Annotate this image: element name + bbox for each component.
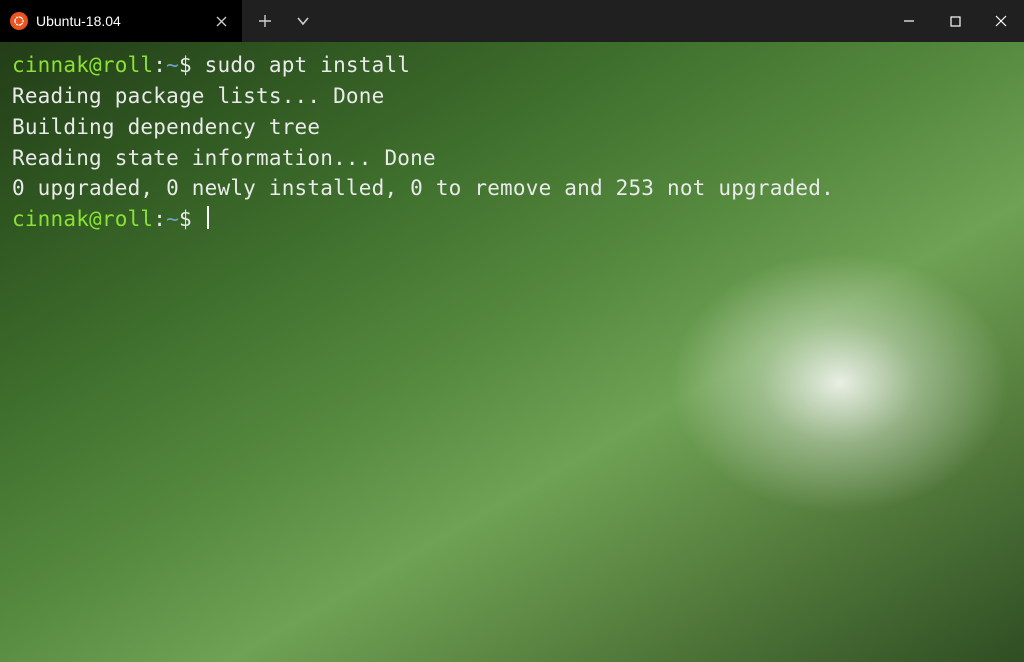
titlebar-drag-region[interactable] (320, 0, 886, 42)
prompt-path: ~ (166, 207, 179, 231)
prompt-user-host: cinnak@roll (12, 207, 153, 231)
tab-controls (242, 0, 320, 42)
terminal-body[interactable]: cinnak@roll:~$ sudo apt install Reading … (0, 42, 1024, 662)
cursor (207, 206, 209, 229)
close-window-button[interactable] (978, 0, 1024, 42)
terminal-output-line: Reading state information... Done (12, 143, 1012, 174)
terminal-line: cinnak@roll:~$ sudo apt install (12, 50, 1012, 81)
tab-ubuntu[interactable]: Ubuntu-18.04 (0, 0, 242, 42)
terminal-output-line: Reading package lists... Done (12, 81, 1012, 112)
prompt-path: ~ (166, 53, 179, 77)
close-tab-button[interactable] (212, 12, 230, 30)
terminal-line: cinnak@roll:~$ (12, 204, 1012, 235)
new-tab-button[interactable] (248, 4, 282, 38)
prompt-separator: : (153, 53, 166, 77)
maximize-button[interactable] (932, 0, 978, 42)
prompt-user-host: cinnak@roll (12, 53, 153, 77)
command-text: sudo apt install (205, 53, 411, 77)
titlebar: Ubuntu-18.04 (0, 0, 1024, 42)
prompt-sigil: $ (179, 207, 205, 231)
terminal-window: Ubuntu-18.04 cinna (0, 0, 1024, 662)
minimize-button[interactable] (886, 0, 932, 42)
window-controls (886, 0, 1024, 42)
tab-title: Ubuntu-18.04 (36, 13, 121, 29)
terminal-output-line: 0 upgraded, 0 newly installed, 0 to remo… (12, 173, 1012, 204)
prompt-sigil: $ (179, 53, 205, 77)
ubuntu-icon (10, 12, 28, 30)
terminal-output-line: Building dependency tree (12, 112, 1012, 143)
tab-dropdown-button[interactable] (286, 4, 320, 38)
prompt-separator: : (153, 207, 166, 231)
